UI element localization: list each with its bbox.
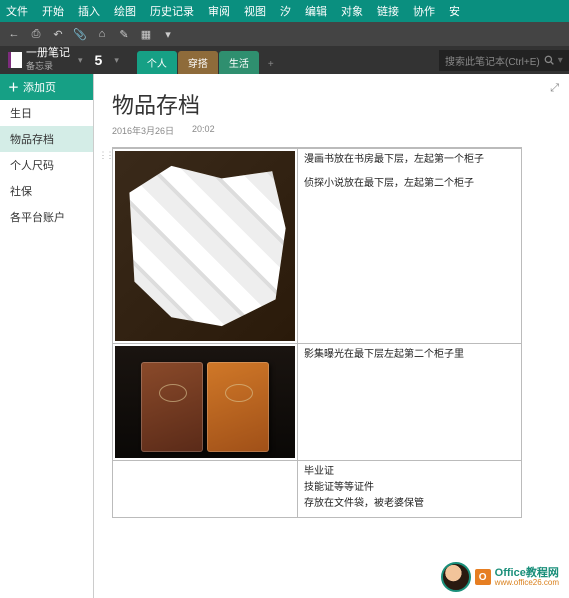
notebook-selector[interactable]: 一册笔记 备忘录 ▾ 5 ▾ — [0, 48, 131, 72]
image-cell[interactable] — [113, 344, 298, 461]
watermark: O Office教程网 www.office26.com — [441, 562, 559, 592]
chevron-down-icon: ▾ — [558, 55, 563, 66]
page-date: 2016年3月26日 — [112, 124, 174, 137]
page-sidebar: ＋ 添加页 生日物品存档个人尺码社保各平台账户 — [0, 74, 94, 598]
page-content: ⤢ 物品存档 2016年3月26日 20:02 漫画书放在书房最下层，左起第一个… — [94, 74, 569, 598]
plus-icon: ＋ — [8, 79, 19, 95]
sidebar-list: 生日物品存档个人尺码社保各平台账户 — [0, 100, 93, 230]
logo-icon: O — [475, 569, 491, 585]
print-icon[interactable]: ⎙ — [28, 26, 44, 42]
text-cell[interactable]: 毕业证技能证等等证件存放在文件袋，被老婆保管 — [298, 461, 522, 518]
image-icon[interactable]: ▦ — [138, 26, 154, 42]
chevron-down-icon: ▾ — [110, 55, 123, 66]
note-line[interactable]: 存放在文件袋，被老婆保管 — [304, 497, 515, 511]
section-tab[interactable]: 个人 — [137, 51, 177, 74]
menu-item[interactable]: 汐 — [280, 3, 291, 19]
undo-icon[interactable]: ↶ — [50, 26, 66, 42]
note-line[interactable]: 影集曝光在最下层左起第二个柜子里 — [304, 348, 515, 362]
menu-item[interactable]: 文件 — [6, 3, 28, 19]
note-line[interactable]: 技能证等等证件 — [304, 481, 515, 495]
notebook-subtitle: 备忘录 — [26, 59, 70, 72]
add-page-label: 添加页 — [23, 79, 56, 95]
section-tabs: 个人穿搭生活+ — [137, 46, 283, 74]
watermark-brand: Office教程网 — [495, 568, 559, 579]
sidebar-item[interactable]: 生日 — [0, 100, 93, 126]
search-input[interactable]: 搜索此笔记本(Ctrl+E) ▾ — [439, 50, 569, 71]
menu-bar: 文件开始插入绘图历史记录审阅视图汐编辑对象链接协作安 — [0, 0, 569, 22]
menu-item[interactable]: 对象 — [341, 3, 363, 19]
sidebar-item[interactable]: 个人尺码 — [0, 152, 93, 178]
search-icon — [544, 55, 554, 65]
text-cell[interactable]: 影集曝光在最下层左起第二个柜子里 — [298, 344, 522, 461]
note-line[interactable]: 侦探小说放在最下层，左起第二个柜子 — [304, 177, 515, 191]
notebook-badge: 5 — [91, 52, 107, 68]
tool-icon[interactable]: ✎ — [116, 26, 132, 42]
image-cell[interactable] — [113, 149, 298, 344]
ribbon-toolbar: ← ⎙ ↶ 📎 ⌂ ✎ ▦ ▾ — [0, 22, 569, 46]
empty-cell[interactable] — [113, 461, 298, 518]
note-line[interactable]: 漫画书放在书房最下层，左起第一个柜子 — [304, 153, 515, 167]
add-section-button[interactable]: + — [260, 55, 282, 74]
comics-image — [115, 151, 295, 341]
chevron-down-icon: ▾ — [74, 55, 87, 66]
add-page-button[interactable]: ＋ 添加页 — [0, 74, 93, 100]
sidebar-item[interactable]: 物品存档 — [0, 126, 93, 152]
table-row: 漫画书放在书房最下层，左起第一个柜子侦探小说放在最下层，左起第二个柜子 — [113, 149, 522, 344]
menu-item[interactable]: 视图 — [244, 3, 266, 19]
menu-item[interactable]: 安 — [449, 3, 460, 19]
menu-item[interactable]: 开始 — [42, 3, 64, 19]
table-row: 影集曝光在最下层左起第二个柜子里 — [113, 344, 522, 461]
more-icon[interactable]: ▾ — [160, 26, 176, 42]
menu-item[interactable]: 编辑 — [305, 3, 327, 19]
sidebar-item[interactable]: 社保 — [0, 178, 93, 204]
watermark-url: www.office26.com — [495, 579, 559, 587]
menu-item[interactable]: 协作 — [413, 3, 435, 19]
albums-image — [115, 346, 295, 458]
notebook-title: 一册笔记 — [26, 48, 70, 59]
text-cell[interactable]: 漫画书放在书房最下层，左起第一个柜子侦探小说放在最下层，左起第二个柜子 — [298, 149, 522, 344]
expand-icon[interactable]: ⤢ — [550, 82, 559, 95]
sidebar-item[interactable]: 各平台账户 — [0, 204, 93, 230]
attach-icon[interactable]: 📎 — [72, 26, 88, 42]
table-row: 毕业证技能证等等证件存放在文件袋，被老婆保管 — [113, 461, 522, 518]
menu-item[interactable]: 审阅 — [208, 3, 230, 19]
menu-item[interactable]: 历史记录 — [150, 3, 194, 19]
content-table[interactable]: 漫画书放在书房最下层，左起第一个柜子侦探小说放在最下层，左起第二个柜子 影集曝光… — [112, 147, 522, 518]
tag-icon[interactable]: ⌂ — [94, 26, 110, 42]
notebook-toolbar: 一册笔记 备忘录 ▾ 5 ▾ 个人穿搭生活+ 搜索此笔记本(Ctrl+E) ▾ — [0, 46, 569, 74]
avatar — [441, 562, 471, 592]
note-line[interactable]: 毕业证 — [304, 465, 515, 479]
back-icon[interactable]: ← — [6, 26, 22, 42]
menu-item[interactable]: 链接 — [377, 3, 399, 19]
search-placeholder: 搜索此笔记本(Ctrl+E) — [445, 53, 540, 68]
section-tab[interactable]: 生活 — [219, 51, 259, 74]
section-tab[interactable]: 穿搭 — [178, 51, 218, 74]
menu-item[interactable]: 插入 — [78, 3, 100, 19]
menu-item[interactable]: 绘图 — [114, 3, 136, 19]
page-title[interactable]: 物品存档 — [112, 88, 551, 120]
notebook-icon — [8, 52, 22, 68]
page-time: 20:02 — [192, 124, 215, 137]
